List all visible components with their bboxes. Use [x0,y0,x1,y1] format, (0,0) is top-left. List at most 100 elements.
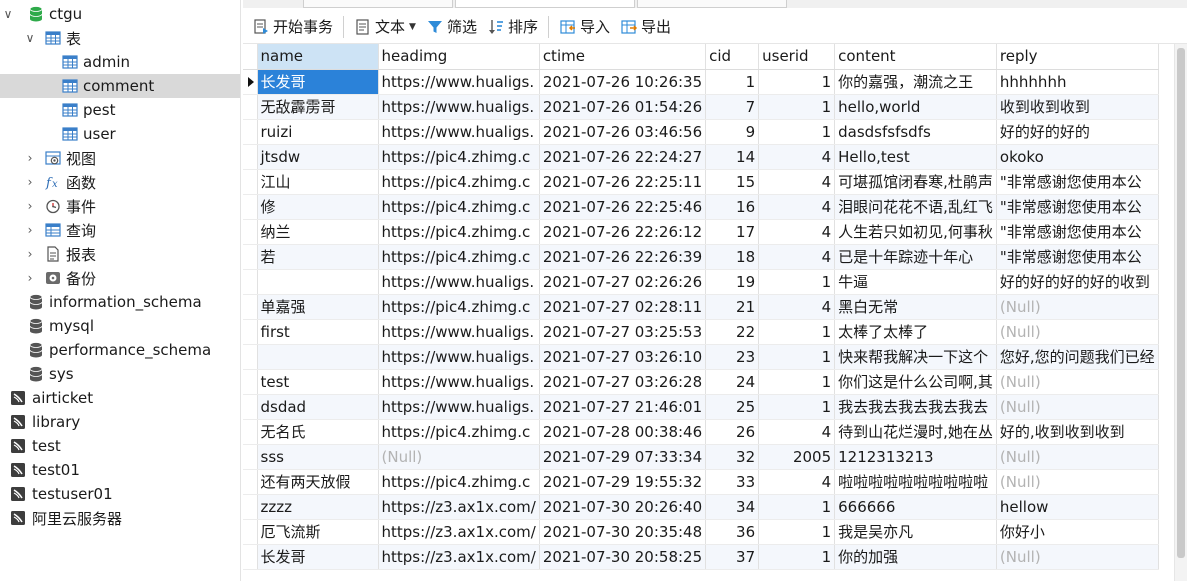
tree-item-performance-schema[interactable]: performance_schema [0,338,240,362]
row-header[interactable] [243,144,258,170]
table-row[interactable]: ruizi https://www.hualigs. 2021-07-26 03:4… [243,119,1159,145]
row-header[interactable] [243,219,258,245]
row-header[interactable] [243,419,258,445]
cell-reply[interactable]: "非常感谢您使用本公 [996,194,1159,220]
column-header-content[interactable]: content [834,44,997,70]
cell-reply[interactable]: (Null) [996,394,1159,420]
cell-name[interactable]: 厄飞流斯 [257,519,379,545]
cell-headimg[interactable]: https://www.hualigs. [378,269,540,295]
cell-content[interactable]: 我是吴亦凡 [834,519,997,545]
cell-name[interactable]: jtsdw [257,144,379,170]
cell-name[interactable]: first [257,319,379,345]
cell-name[interactable] [257,269,379,295]
cell-content[interactable]: 太棒了太棒了 [834,319,997,345]
cell-userid[interactable]: 1 [758,369,836,395]
cell-cid[interactable]: 22 [705,319,760,345]
tab-item[interactable] [303,0,453,8]
cell-name[interactable]: 长发哥 [257,69,379,95]
cell-reply[interactable]: 您好,您的问题我们已经 [996,344,1159,370]
cell-headimg[interactable]: https://pic4.zhimg.c [378,144,540,170]
table-row[interactable]: 无敌霹雳哥 https://www.hualigs. 2021-07-26 01:5… [243,94,1159,120]
cell-headimg[interactable]: https://www.hualigs. [378,369,540,395]
row-header[interactable] [243,494,258,520]
cell-cid[interactable]: 32 [705,444,760,470]
cell-ctime[interactable]: 2021-07-27 03:26:10 [539,344,707,370]
tree-item-pest[interactable]: pest [0,98,240,122]
tree-item-[interactable]: › 事件 [0,194,240,218]
chevron-down-icon[interactable]: ∨ [24,26,36,50]
table-row[interactable]: 厄飞流斯 https://z3.ax1x.com/2021-07-30 20:35… [243,519,1159,545]
row-header[interactable] [243,244,258,270]
cell-headimg[interactable]: https://z3.ax1x.com/ [378,544,540,570]
cell-cid[interactable]: 7 [705,94,760,120]
chevron-right-icon[interactable]: › [24,146,36,170]
chevron-down-icon[interactable]: ∨ [2,2,14,26]
cell-cid[interactable]: 34 [705,494,760,520]
cell-ctime[interactable]: 2021-07-26 22:26:12 [539,219,707,245]
cell-ctime[interactable]: 2021-07-26 10:26:35 [539,69,707,95]
row-header[interactable] [243,544,258,570]
cell-headimg[interactable]: https://www.hualigs. [378,69,540,95]
cell-cid[interactable]: 33 [705,469,760,495]
cell-reply[interactable]: (Null) [996,544,1159,570]
cell-userid[interactable]: 4 [758,144,836,170]
row-header[interactable] [243,94,258,120]
table-row[interactable]: 若 https://pic4.zhimg.c 2021-07-26 22:26:39… [243,244,1159,270]
cell-name[interactable]: 无敌霹雳哥 [257,94,379,120]
table-row[interactable]: https://www.hualigs. 2021-07-27 02:26:26 1… [243,269,1159,295]
cell-cid[interactable]: 25 [705,394,760,420]
cell-content[interactable]: 黑白无常 [834,294,997,320]
table-row[interactable]: sss (Null) 2021-07-29 07:33:34 32 2005 121231… [243,444,1159,470]
cell-headimg[interactable]: (Null) [378,444,540,470]
column-header-cid[interactable]: cid [705,44,760,70]
cell-ctime[interactable]: 2021-07-29 07:33:34 [539,444,707,470]
export-button[interactable]: 导出 [615,13,676,41]
cell-userid[interactable]: 1 [758,319,836,345]
cell-cid[interactable]: 17 [705,219,760,245]
cell-cid[interactable]: 14 [705,144,760,170]
cell-name[interactable]: sss [257,444,379,470]
tree-item-user[interactable]: user [0,122,240,146]
cell-cid[interactable]: 37 [705,544,760,570]
cell-ctime[interactable]: 2021-07-27 02:28:11 [539,294,707,320]
cell-content[interactable]: 你的嘉强，潮流之王 [834,69,997,95]
column-header-name[interactable]: name [257,44,379,70]
tree-item-[interactable]: › f x 函数 [0,170,240,194]
cell-userid[interactable]: 1 [758,269,836,295]
cell-content[interactable]: 已是十年踪迹十年心 [834,244,997,270]
cell-name[interactable]: test [257,369,379,395]
cell-headimg[interactable]: https://pic4.zhimg.c [378,469,540,495]
cell-name[interactable]: 长发哥 [257,544,379,570]
tree-item-test01[interactable]: test01 [0,458,240,482]
cell-userid[interactable]: 4 [758,469,836,495]
tree-item-airticket[interactable]: airticket [0,386,240,410]
table-row[interactable]: 还有两天放假 https://pic4.zhimg.c 2021-07-29 19:… [243,469,1159,495]
row-header[interactable] [243,269,258,295]
cell-headimg[interactable]: https://pic4.zhimg.c [378,219,540,245]
cell-reply[interactable]: hhhhhhh [996,69,1159,95]
cell-reply[interactable]: (Null) [996,319,1159,345]
tree-item-comment[interactable]: comment [0,74,240,98]
cell-name[interactable]: 修 [257,194,379,220]
cell-cid[interactable]: 21 [705,294,760,320]
chevron-right-icon[interactable]: › [24,242,36,266]
import-button[interactable]: 导入 [554,13,615,41]
cell-ctime[interactable]: 2021-07-26 22:25:11 [539,169,707,195]
cell-ctime[interactable]: 2021-07-27 02:26:26 [539,269,707,295]
cell-name[interactable]: 纳兰 [257,219,379,245]
tree-item-[interactable]: › 备份 [0,266,240,290]
chevron-right-icon[interactable]: › [24,170,36,194]
table-row[interactable]: https://www.hualigs. 2021-07-27 03:26:10 2… [243,344,1159,370]
table-row[interactable]: test https://www.hualigs. 2021-07-27 03:26… [243,369,1159,395]
cell-reply[interactable]: hellow [996,494,1159,520]
column-header-headimg[interactable]: headimg [378,44,540,70]
cell-userid[interactable]: 1 [758,394,836,420]
cell-content[interactable]: 你们这是什么公司啊,其 [834,369,997,395]
tree-item-sys[interactable]: sys [0,362,240,386]
cell-headimg[interactable]: https://pic4.zhimg.c [378,169,540,195]
cell-userid[interactable]: 4 [758,294,836,320]
cell-ctime[interactable]: 2021-07-29 19:55:32 [539,469,707,495]
table-row[interactable]: 长发哥 https://z3.ax1x.com/2021-07-30 20:58:… [243,544,1159,570]
row-header[interactable] [243,69,258,95]
cell-cid[interactable]: 16 [705,194,760,220]
